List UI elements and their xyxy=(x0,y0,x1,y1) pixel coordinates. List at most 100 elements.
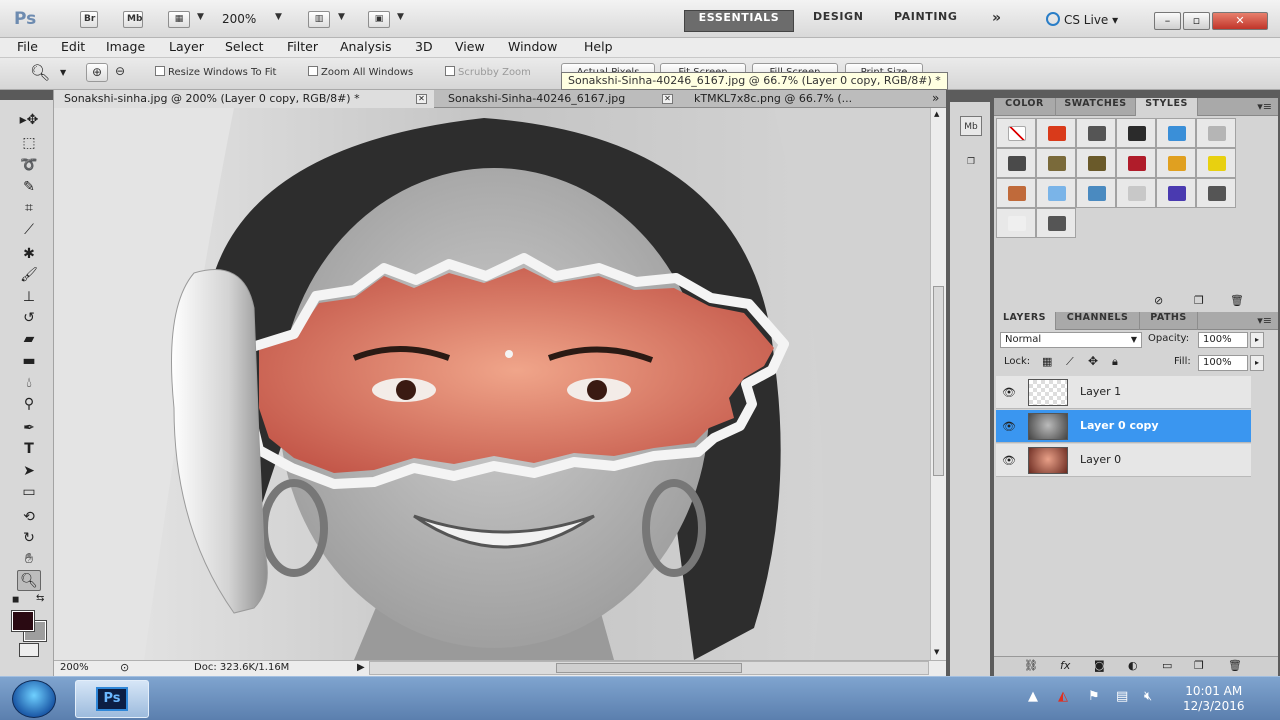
style-swatch[interactable] xyxy=(1196,178,1236,208)
style-swatch[interactable] xyxy=(1116,178,1156,208)
cs-live-button[interactable]: CS Live ▾ xyxy=(1046,12,1118,27)
style-swatch[interactable] xyxy=(1196,148,1236,178)
taskbar-photoshop[interactable]: Ps xyxy=(75,680,149,718)
style-swatch[interactable] xyxy=(1076,118,1116,148)
style-swatch[interactable] xyxy=(996,178,1036,208)
lasso-tool-icon[interactable]: ➰ xyxy=(17,155,41,176)
style-swatch[interactable] xyxy=(1156,148,1196,178)
chevron-down-icon[interactable]: ▼ xyxy=(338,12,345,22)
style-swatch[interactable] xyxy=(1116,148,1156,178)
layer-row[interactable]: 👁︎ Layer 0 xyxy=(996,444,1251,477)
layer-style-icon[interactable]: fx xyxy=(1060,659,1070,672)
zoom-in-icon[interactable]: ⊕ xyxy=(86,63,108,82)
network-icon[interactable]: ▤ xyxy=(1116,689,1128,704)
style-swatch[interactable] xyxy=(1076,148,1116,178)
style-swatch[interactable] xyxy=(1156,178,1196,208)
style-swatch[interactable] xyxy=(996,148,1036,178)
style-swatch[interactable] xyxy=(1036,208,1076,238)
status-zoom[interactable]: 200% xyxy=(60,662,89,673)
screen-mode-icon[interactable]: ▣ xyxy=(368,11,390,28)
menu-file[interactable]: File xyxy=(17,39,38,54)
foreground-color-swatch[interactable] xyxy=(11,610,35,632)
restore-button[interactable]: ▫ xyxy=(1183,12,1210,30)
opacity-slider-arrow-icon[interactable]: ▸ xyxy=(1250,332,1264,348)
menu-view[interactable]: View xyxy=(455,39,485,54)
workspace-painting[interactable]: PAINTING xyxy=(888,10,964,32)
bridge-button[interactable]: Br xyxy=(80,11,98,28)
eye-icon[interactable]: 👁︎ xyxy=(1002,386,1016,399)
gradient-tool-icon[interactable]: ▬ xyxy=(17,351,41,372)
chevron-down-icon[interactable]: ▼ xyxy=(275,12,282,22)
eye-icon[interactable]: 👁︎ xyxy=(1002,454,1016,467)
style-swatch[interactable] xyxy=(1036,178,1076,208)
zoom-tool-icon[interactable]: 🔍︎ xyxy=(17,570,41,591)
opacity-field[interactable]: 100% xyxy=(1198,332,1248,348)
view-extras-icon[interactable]: ▦ xyxy=(168,11,190,28)
chevron-down-icon[interactable]: ▼ xyxy=(197,12,204,22)
tab-swatches[interactable]: SWATCHES xyxy=(1056,98,1136,116)
start-button[interactable] xyxy=(12,680,56,718)
resize-windows-checkbox[interactable]: Resize Windows To Fit xyxy=(155,66,276,78)
blend-mode-select[interactable]: Normal ▼ xyxy=(1000,332,1142,348)
tab-channels[interactable]: CHANNELS xyxy=(1056,312,1140,330)
add-mask-icon[interactable]: ◙ xyxy=(1094,659,1105,672)
lock-position-icon[interactable]: ✥ xyxy=(1088,354,1098,368)
type-tool-icon[interactable]: T xyxy=(17,439,41,460)
document-canvas[interactable] xyxy=(54,108,930,660)
style-swatch[interactable] xyxy=(1076,178,1116,208)
vertical-scrollbar[interactable]: ▲ ▼ xyxy=(930,108,946,660)
close-icon[interactable]: ✕ xyxy=(662,94,673,104)
new-group-icon[interactable]: ▭ xyxy=(1162,659,1172,672)
doc-tab[interactable]: Sonakshi-Sinha-40246_6167.jpg ✕ xyxy=(438,90,681,108)
healing-brush-tool-icon[interactable]: ✱ xyxy=(17,244,41,265)
more-workspaces-button[interactable]: » xyxy=(986,10,1008,32)
dodge-tool-icon[interactable]: ⚲ xyxy=(17,394,41,415)
move-tool-icon[interactable]: ▸✥ xyxy=(17,110,41,131)
default-colors-icon[interactable]: ◼ xyxy=(12,595,19,605)
zoom-out-icon[interactable]: ⊖ xyxy=(110,63,130,82)
3d-orbit-tool-icon[interactable]: ↻ xyxy=(17,528,41,549)
doc-tab-active[interactable]: Sonakshi-sinha.jpg @ 200% (Layer 0 copy,… xyxy=(54,90,434,108)
crop-tool-icon[interactable]: ⌗ xyxy=(17,198,41,219)
style-swatch[interactable] xyxy=(996,118,1036,148)
scroll-up-icon[interactable]: ▲ xyxy=(934,110,939,118)
fill-field[interactable]: 100% xyxy=(1198,355,1248,371)
zoom-level-select[interactable]: 200% xyxy=(222,12,256,26)
3d-rotate-tool-icon[interactable]: ⟲ xyxy=(17,507,41,528)
menu-edit[interactable]: Edit xyxy=(61,39,85,54)
panel-menu-icon[interactable]: ▾≡ xyxy=(1257,314,1272,327)
menu-filter[interactable]: Filter xyxy=(287,39,318,54)
menu-layer[interactable]: Layer xyxy=(169,39,204,54)
menu-3d[interactable]: 3D xyxy=(415,39,433,54)
horizontal-scrollbar[interactable] xyxy=(369,661,929,675)
quick-mask-button[interactable] xyxy=(19,643,39,657)
system-clock[interactable]: 10:01 AM 12/3/2016 xyxy=(1183,684,1245,714)
menu-analysis[interactable]: Analysis xyxy=(340,39,392,54)
pen-tool-icon[interactable]: ✒ xyxy=(17,418,41,439)
history-brush-tool-icon[interactable]: ↺ xyxy=(17,308,41,329)
swap-colors-icon[interactable]: ⇆ xyxy=(36,593,44,604)
quick-selection-tool-icon[interactable]: ✎ xyxy=(17,177,41,198)
lock-image-icon[interactable]: ⟋ xyxy=(1066,355,1074,369)
status-menu-arrow-icon[interactable]: ▶ xyxy=(357,662,365,673)
adjustment-layer-icon[interactable]: ◐ xyxy=(1128,659,1138,672)
shape-tool-icon[interactable]: ▭ xyxy=(17,482,41,503)
menu-image[interactable]: Image xyxy=(106,39,145,54)
style-swatch[interactable] xyxy=(996,208,1036,238)
clear-style-icon[interactable]: ⊘ xyxy=(1154,294,1163,307)
lock-all-icon[interactable]: 🔒︎ xyxy=(1112,355,1118,369)
path-selection-tool-icon[interactable]: ➤ xyxy=(17,461,41,482)
style-swatch[interactable] xyxy=(1196,118,1236,148)
mini-bridge-button[interactable]: Mb xyxy=(123,11,143,28)
panel-menu-icon[interactable]: ▾≡ xyxy=(1257,100,1272,113)
scrubby-zoom-checkbox[interactable]: Scrubby Zoom xyxy=(445,66,531,78)
close-icon[interactable]: ✕ xyxy=(416,94,427,104)
eyedropper-tool-icon[interactable]: ⟋ xyxy=(17,220,41,241)
workspace-essentials[interactable]: ESSENTIALS xyxy=(684,10,794,32)
tab-paths[interactable]: PATHS xyxy=(1140,312,1198,330)
minimize-button[interactable]: – xyxy=(1154,12,1181,30)
zoom-all-checkbox[interactable]: Zoom All Windows xyxy=(308,66,413,78)
style-swatch[interactable] xyxy=(1036,118,1076,148)
chevron-down-icon[interactable]: ▼ xyxy=(397,12,404,22)
style-swatch[interactable] xyxy=(1036,148,1076,178)
